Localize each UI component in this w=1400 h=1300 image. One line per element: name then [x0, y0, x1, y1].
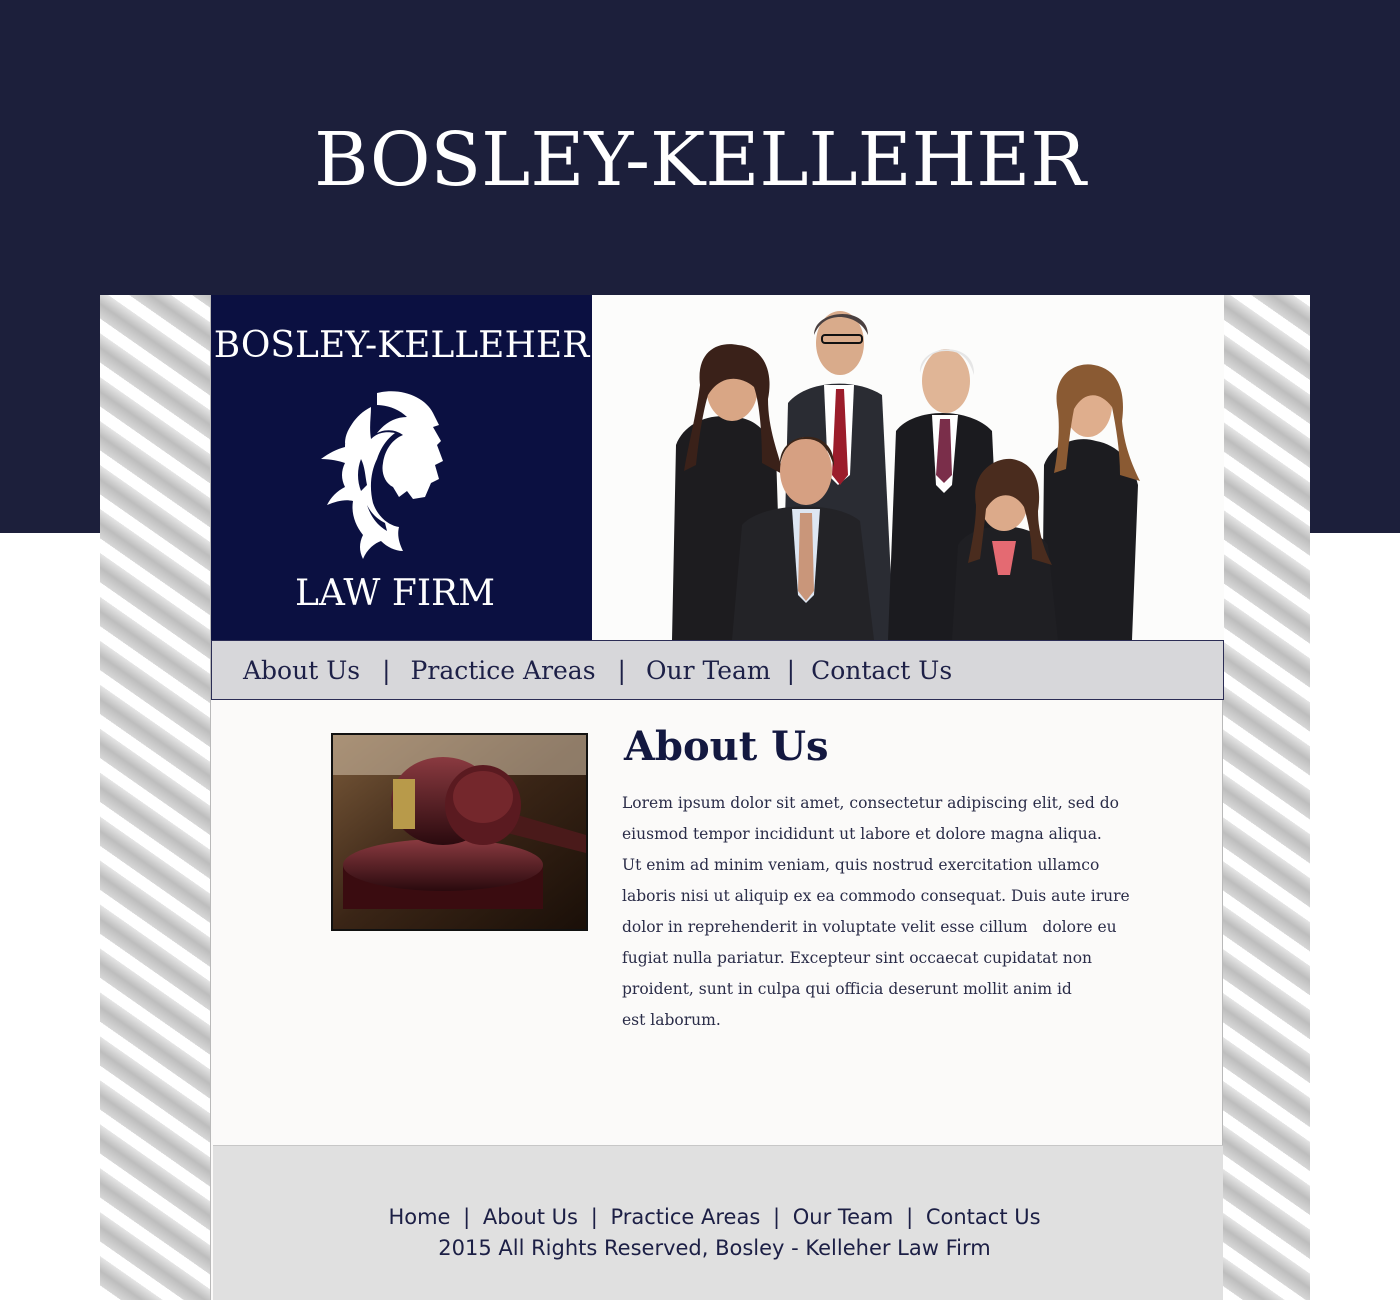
footer-nav: Home | About Us | Practice Areas | Our T… [213, 1201, 1216, 1233]
footer-copyright: 2015 All Rights Reserved, Bosley - Kelle… [438, 1236, 991, 1260]
about-heading: About Us [624, 723, 829, 770]
about-line: dolor in reprehenderit in voluptate veli… [622, 918, 1117, 936]
footer-separator: | [772, 1205, 781, 1229]
footer-link-our-team[interactable]: Our Team [793, 1205, 894, 1229]
nav-separator: | [382, 655, 391, 685]
nav-contact-us[interactable]: Contact Us [811, 656, 952, 685]
about-line: est laborum. [622, 1011, 721, 1029]
about-line: eiusmod tempor incididunt ut labore et d… [622, 825, 1102, 843]
about-line: proident, sunt in culpa qui officia dese… [622, 980, 1072, 998]
nav-separator: | [617, 655, 626, 685]
site-mockup: BOSLEY-KELLEHER LAW FIRM About Us | Prac… [210, 295, 1224, 1300]
footer-separator: | [463, 1205, 471, 1229]
nav-our-team[interactable]: Our Team [646, 656, 771, 685]
about-paragraph: Lorem ipsum dolor sit amet, consectetur … [622, 788, 1130, 1036]
footer-link-about-us[interactable]: About Us [483, 1205, 578, 1229]
main-nav: About Us | Practice Areas | Our Team | C… [211, 640, 1224, 700]
logo-title: BOSLEY-KELLEHER [213, 325, 590, 366]
about-line: laboris nisi ut aliquip ex ea commodo co… [622, 887, 1130, 905]
footer-link-home[interactable]: Home [388, 1205, 450, 1229]
logo-panel: BOSLEY-KELLEHER LAW FIRM [211, 295, 592, 640]
footer-separator: | [590, 1205, 598, 1229]
logo-subtitle: LAW FIRM [294, 573, 496, 614]
striped-background-right [1222, 295, 1310, 1300]
about-line: Ut enim ad minim veniam, quis nostrud ex… [622, 856, 1100, 874]
nav-practice-areas[interactable]: Practice Areas [411, 656, 596, 685]
lion-head-icon [321, 391, 443, 559]
footer-separator: | [906, 1205, 914, 1229]
striped-background-left [100, 295, 210, 1300]
nav-separator: | [786, 655, 796, 685]
about-line: Lorem ipsum dolor sit amet, consectetur … [622, 794, 1119, 812]
footer-link-practice-areas[interactable]: Practice Areas [610, 1205, 760, 1229]
footer: Home | About Us | Practice Areas | Our T… [213, 1145, 1223, 1300]
page-title: BOSLEY-KELLEHER [314, 117, 1086, 203]
about-line: fugiat nulla pariatur. Excepteur sint oc… [622, 949, 1093, 967]
nav-about-us[interactable]: About Us [243, 656, 360, 685]
gavel-image [331, 733, 588, 931]
team-photo [592, 295, 1224, 640]
footer-link-contact-us[interactable]: Contact Us [926, 1205, 1041, 1229]
